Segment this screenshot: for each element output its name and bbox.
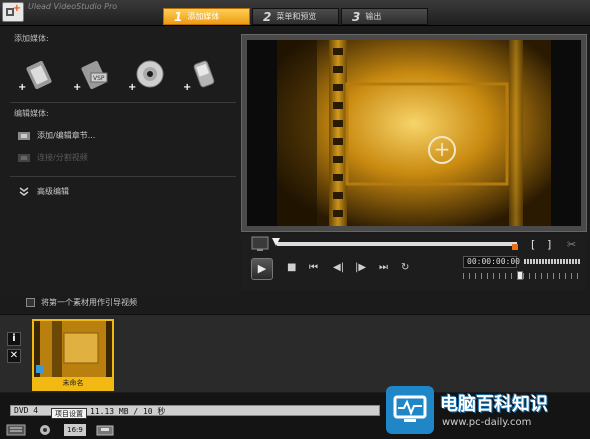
- next-frame-icon[interactable]: |▶: [355, 262, 366, 273]
- delete-button[interactable]: ✕: [7, 349, 21, 363]
- step-label: 输出: [365, 12, 382, 21]
- plus-icon: +: [183, 82, 192, 93]
- monitor-icon[interactable]: [251, 236, 269, 252]
- add-media-label: 添加媒体:: [14, 34, 49, 43]
- scrubber-track[interactable]: [277, 242, 517, 246]
- project-size-label: 11.13 MB / 10 秒: [90, 407, 166, 416]
- prev-frame-icon[interactable]: ◀|: [333, 262, 344, 273]
- advanced-edit-toggle[interactable]: 高级编辑: [18, 186, 69, 197]
- clip-thumbnail[interactable]: 未命名: [32, 319, 114, 391]
- center-play-icon[interactable]: +: [428, 136, 456, 164]
- add-mobile-device-button[interactable]: +: [183, 59, 221, 93]
- mark-in-button[interactable]: [: [531, 238, 535, 251]
- disc-type-label: DVD 4: [14, 406, 39, 415]
- aspect-ratio-button[interactable]: 16:9: [64, 424, 86, 436]
- timecode-field[interactable]: 00:00:00:00: [463, 256, 520, 268]
- divider: [10, 176, 236, 177]
- menu-item-label: 连接/分割视频: [37, 153, 88, 162]
- watermark-title: 电脑百科知识: [440, 394, 548, 415]
- settings-icon[interactable]: [34, 424, 56, 436]
- advanced-edit-label: 高级编辑: [37, 187, 69, 196]
- watermark-logo-icon: [386, 386, 434, 434]
- tab-output[interactable]: 3 输出: [341, 8, 428, 25]
- stop-icon[interactable]: ■: [287, 262, 296, 273]
- intro-video-label: 将第一个素材用作引导视频: [41, 298, 137, 307]
- add-edit-chapter-button[interactable]: 添加/编辑章节...: [18, 130, 95, 141]
- step-number: 1: [174, 9, 183, 24]
- list-view-icon[interactable]: [6, 424, 26, 436]
- step-label: 添加媒体: [187, 12, 220, 21]
- intro-video-checkbox[interactable]: [26, 298, 35, 307]
- watermark: 电脑百科知识 www.pc-daily.com: [386, 384, 590, 439]
- film-chapter-icon: [18, 131, 30, 140]
- menu-item-label: 添加/编辑章节...: [37, 131, 96, 140]
- home-icon[interactable]: ⏮: [309, 262, 318, 273]
- media-button-row: + VSP + + +: [18, 59, 221, 93]
- clip-type-icon: [36, 365, 44, 373]
- preview-image: [247, 40, 581, 226]
- info-button[interactable]: i: [7, 332, 21, 346]
- step-tabs: 1 添加媒体 2 菜单和预览 3 输出: [163, 8, 430, 25]
- burn-disc-icon[interactable]: [94, 424, 116, 436]
- edit-media-label: 编辑媒体:: [14, 109, 49, 118]
- app-logo-icon: +: [2, 2, 24, 22]
- mark-out-button[interactable]: ]: [547, 238, 551, 251]
- clip-image: [34, 321, 112, 377]
- end-icon[interactable]: ⏭: [379, 262, 388, 273]
- tab-add-media[interactable]: 1 添加媒体: [163, 8, 250, 25]
- player-controls: [ ] ✂ ▶ ■ ⏮ ◀| |▶ ⏭ ↻ 00:00:00:00: [241, 234, 587, 290]
- split-video-button[interactable]: 连接/分割视频: [18, 152, 88, 163]
- title-bar: + Ulead VideoStudio Pro 1 添加媒体 2 菜单和预览 3…: [0, 0, 590, 26]
- add-vsp-project-button[interactable]: VSP +: [73, 59, 111, 93]
- zoom-slider-knob[interactable]: [517, 271, 523, 280]
- preview-window: +: [241, 34, 587, 232]
- volume-slider[interactable]: [524, 259, 580, 264]
- storyboard: i ✕ 未命名: [0, 314, 590, 392]
- double-chevron-down-icon: [19, 186, 29, 196]
- plus-icon: +: [73, 82, 82, 93]
- repeat-icon[interactable]: ↻: [401, 262, 409, 273]
- svg-text:VSP: VSP: [93, 75, 105, 82]
- split-video-icon: [18, 153, 30, 162]
- add-disc-button[interactable]: +: [128, 59, 166, 93]
- media-panel: 添加媒体: + VSP + + + 编辑媒体: 添加/编辑章节... 连接/分割…: [0, 26, 240, 296]
- tooltip: 项目设置: [51, 408, 87, 419]
- play-button[interactable]: ▶: [251, 258, 273, 280]
- divider: [10, 102, 236, 103]
- step-number: 3: [352, 9, 361, 24]
- step-number: 2: [263, 9, 272, 24]
- add-video-button[interactable]: +: [18, 59, 56, 93]
- app-title: Ulead VideoStudio Pro: [28, 2, 118, 11]
- tab-menu-preview[interactable]: 2 菜单和预览: [252, 8, 339, 25]
- plus-icon: +: [128, 82, 137, 93]
- plus-icon: +: [18, 82, 27, 93]
- watermark-url: www.pc-daily.com: [442, 417, 532, 428]
- scissors-icon[interactable]: ✂: [567, 238, 576, 251]
- mark-out-icon[interactable]: [512, 244, 518, 250]
- clip-caption: 未命名: [34, 377, 112, 389]
- step-label: 菜单和预览: [276, 12, 317, 21]
- preview-screen[interactable]: +: [247, 40, 581, 226]
- intro-video-option[interactable]: 将第一个素材用作引导视频: [26, 297, 137, 308]
